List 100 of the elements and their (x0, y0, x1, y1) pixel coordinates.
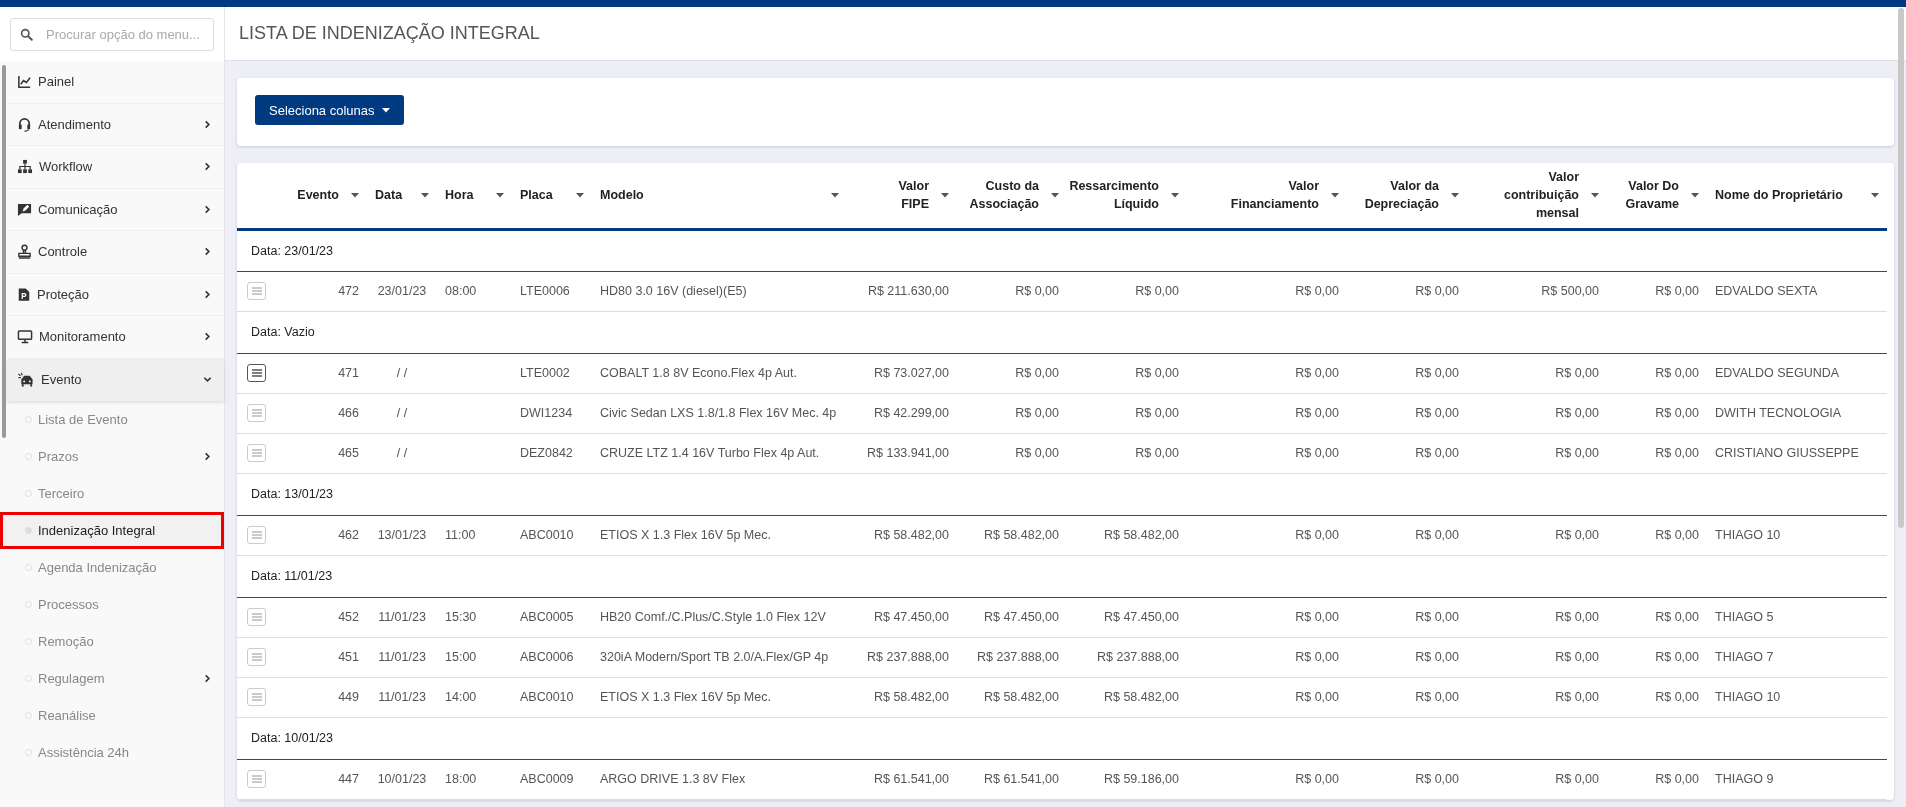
table-cell: R$ 0,00 (1295, 650, 1339, 664)
table-cell: R$ 0,00 (1295, 610, 1339, 624)
table-cell: R$ 0,00 (1415, 446, 1459, 460)
table-cell: R$ 0,00 (1655, 528, 1699, 542)
table-cell: R$ 0,00 (1415, 690, 1459, 704)
submenu-item[interactable]: Terceiro (0, 475, 224, 512)
menu-item[interactable]: Evento (7, 358, 224, 401)
scrollbar[interactable] (2, 65, 6, 438)
table-cell: R$ 0,00 (1015, 284, 1059, 298)
table-cell: R$ 47.450,00 (983, 610, 1059, 624)
table-cell: R$ 58.482,00 (983, 690, 1059, 704)
menu-icon (251, 369, 262, 377)
page-title: LISTA DE INDENIZAÇÃO INTEGRAL (239, 23, 540, 44)
group-label: Data: 11/01/23 (251, 569, 333, 583)
table-cell: DEZ0842 (520, 446, 573, 460)
sort-caret-icon (351, 192, 359, 198)
table-cell: ETIOS X 1.3 Flex 16V 5p Mec. (600, 528, 771, 542)
table-cell: 466 (338, 406, 359, 420)
table-cell: R$ 59.186,00 (1103, 772, 1179, 786)
table-cell: R$ 42.299,00 (873, 406, 949, 420)
column-header[interactable]: Valor Do Gravame (1625, 177, 1679, 214)
table-cell: R$ 0,00 (1295, 690, 1339, 704)
column-header[interactable]: Valor da Depreciação (1364, 177, 1439, 214)
sort-caret-icon (941, 192, 949, 198)
table-cell: 15:30 (445, 610, 477, 624)
menu-icon (251, 531, 262, 539)
table-cell: R$ 0,00 (1415, 650, 1459, 664)
column-header[interactable]: Ressarcimento Líquido (1069, 177, 1159, 214)
column-header[interactable]: Valor Financiamento (1230, 177, 1319, 214)
table-cell: 462 (338, 528, 359, 542)
table-cell: R$ 0,00 (1295, 366, 1339, 380)
scrollbar[interactable] (1898, 8, 1904, 528)
sort-caret-icon (1591, 192, 1599, 198)
table-cell: 18:00 (445, 772, 477, 786)
table-cell: HD80 3.0 16V (diesel)(E5) (600, 284, 747, 298)
table-cell: 11:00 (445, 528, 476, 542)
submenu-item[interactable]: Regulagem (0, 660, 224, 697)
select-columns-button[interactable]: Seleciona colunas (255, 95, 404, 125)
submenu-item[interactable]: Processos (0, 586, 224, 623)
table-cell: / / (396, 366, 408, 380)
table-cell: THIAGO 10 (1715, 690, 1781, 704)
sort-caret-icon (1051, 192, 1059, 198)
column-header[interactable]: Valor FIPE (898, 177, 929, 214)
submenu-item[interactable]: Indenização Integral (0, 512, 224, 549)
table-cell: COBALT 1.8 8V Econo.Flex 4p Aut. (600, 366, 797, 380)
table-cell: HB20 Comf./C.Plus/C.Style 1.0 Flex 12V (600, 610, 826, 624)
table-cell: 10/01/23 (377, 772, 427, 786)
table-cell: R$ 0,00 (1295, 406, 1339, 420)
table-cell: 447 (338, 772, 359, 786)
sort-caret-icon (421, 192, 429, 198)
group-label: Data: Vazio (251, 325, 315, 339)
table-cell: 472 (338, 284, 359, 298)
table-cell: R$ 0,00 (1555, 650, 1599, 664)
table-cell: R$ 73.027,00 (873, 366, 949, 380)
table-cell: 08:00 (445, 284, 477, 298)
table-cell: ABC0005 (520, 610, 574, 624)
table-cell: R$ 0,00 (1555, 610, 1599, 624)
table-cell: R$ 211.630,00 (867, 284, 949, 298)
table-cell: THIAGO 10 (1715, 528, 1781, 542)
table-cell: 320iA Modern/Sport TB 2.0/A.Flex/GP 4p (600, 650, 829, 664)
table-cell: R$ 0,00 (1415, 772, 1459, 786)
column-header[interactable]: Placa (520, 186, 553, 205)
sort-caret-icon (1331, 192, 1339, 198)
column-header[interactable]: Modelo (600, 186, 644, 205)
table-cell: R$ 0,00 (1415, 366, 1459, 380)
table-cell: 452 (338, 610, 359, 624)
chevron-icon (203, 289, 212, 299)
document-icon (17, 286, 31, 302)
caret-icon (381, 107, 390, 113)
table-cell: 11/01/23 (378, 690, 426, 704)
table-cell: R$ 47.450,00 (873, 610, 949, 624)
table-cell: R$ 0,00 (1295, 284, 1339, 298)
table-cell: R$ 0,00 (1655, 772, 1699, 786)
table-cell: R$ 237.888,00 (1097, 650, 1179, 664)
column-header[interactable]: Nome do Proprietário (1715, 186, 1843, 205)
table-cell: DWI1234 (520, 406, 573, 420)
submenu-item[interactable]: Prazos (0, 438, 224, 475)
table-cell: LTE0002 (520, 366, 570, 380)
submenu-item[interactable]: Reanálise (0, 697, 224, 734)
column-header[interactable]: Hora (445, 186, 474, 205)
sitemap-icon (17, 159, 33, 175)
column-header[interactable]: Data (375, 186, 403, 205)
table-cell: R$ 0,00 (1555, 528, 1599, 542)
submenu-item[interactable]: Remoção (0, 623, 224, 660)
menu-icon (251, 409, 262, 417)
column-header[interactable]: Valor contribuição mensal (1504, 168, 1579, 223)
submenu-item[interactable]: Agenda Indenização (0, 549, 224, 586)
table-cell: R$ 0,00 (1295, 772, 1339, 786)
group-label: Data: 23/01/23 (251, 243, 333, 258)
table-cell: R$ 0,00 (1015, 406, 1059, 420)
chevron-icon (203, 204, 212, 214)
headset-icon (17, 116, 32, 132)
table-cell: 465 (338, 446, 359, 460)
column-header[interactable]: Evento (297, 186, 339, 205)
search-field[interactable]: Procurar opção do menu... (10, 18, 214, 51)
row-menu-button[interactable] (247, 364, 266, 382)
table-cell: 451 (338, 650, 359, 664)
table-cell: DWITH TECNOLOGIA (1715, 406, 1842, 420)
sort-caret-icon (576, 192, 584, 198)
column-header[interactable]: Custo da Associação (969, 177, 1039, 214)
